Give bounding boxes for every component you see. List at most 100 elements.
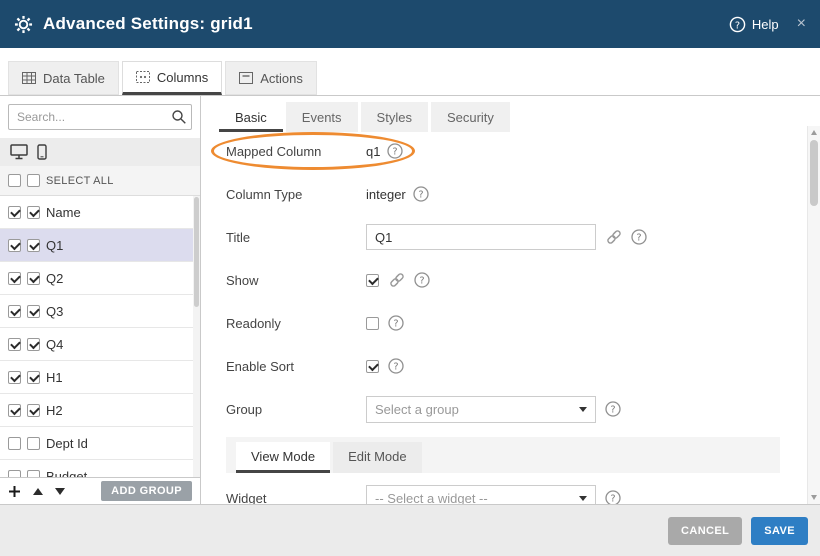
readonly-checkbox[interactable] xyxy=(366,317,379,330)
mobile-checkbox[interactable] xyxy=(27,371,40,384)
form-scrollbar[interactable] xyxy=(807,126,820,504)
search-input[interactable] xyxy=(8,104,192,130)
list-item[interactable]: Q4 xyxy=(0,328,200,361)
actions-icon xyxy=(239,72,253,84)
save-button[interactable]: SAVE xyxy=(751,517,808,545)
search-icon[interactable] xyxy=(171,109,187,130)
device-filter-strip xyxy=(0,138,200,166)
move-up-icon[interactable] xyxy=(33,488,43,495)
question-icon[interactable]: ? xyxy=(388,358,404,374)
list-item[interactable]: Name xyxy=(0,196,200,229)
tab-security[interactable]: Security xyxy=(431,102,510,132)
svg-text:?: ? xyxy=(735,20,740,31)
link-icon[interactable] xyxy=(388,271,406,289)
select-all-label: SELECT ALL xyxy=(46,175,114,187)
mobile-checkbox[interactable] xyxy=(27,206,40,219)
select-all-desktop-checkbox[interactable] xyxy=(8,174,21,187)
question-icon[interactable]: ? xyxy=(605,490,621,504)
question-icon[interactable]: ? xyxy=(387,143,403,159)
desktop-checkbox[interactable] xyxy=(8,404,21,417)
dialog-header: Advanced Settings: grid1 ? Help × xyxy=(0,0,820,48)
form-scrollbar-thumb[interactable] xyxy=(810,140,818,206)
svg-text:?: ? xyxy=(393,362,398,373)
desktop-checkbox[interactable] xyxy=(8,272,21,285)
column-label: Dept Id xyxy=(46,436,88,451)
tab-edit-mode[interactable]: Edit Mode xyxy=(333,442,422,473)
desktop-checkbox[interactable] xyxy=(8,305,21,318)
mobile-checkbox[interactable] xyxy=(27,437,40,450)
list-item[interactable]: Q3 xyxy=(0,295,200,328)
scroll-down-icon[interactable] xyxy=(811,495,817,500)
question-icon[interactable]: ? xyxy=(414,272,430,288)
list-scrollbar-thumb[interactable] xyxy=(194,197,199,307)
svg-text:?: ? xyxy=(610,405,615,416)
link-icon[interactable] xyxy=(605,228,623,246)
add-column-icon[interactable] xyxy=(8,485,21,498)
enable-sort-row: Enable Sort ? xyxy=(226,351,780,381)
tab-data-table[interactable]: Data Table xyxy=(8,61,119,95)
mode-tab-bar: View Mode Edit Mode xyxy=(226,437,780,473)
tab-columns[interactable]: Columns xyxy=(122,61,222,95)
mobile-checkbox[interactable] xyxy=(27,404,40,417)
group-select[interactable]: Select a group xyxy=(366,396,596,423)
mobile-checkbox[interactable] xyxy=(27,305,40,318)
desktop-checkbox[interactable] xyxy=(8,239,21,252)
list-item[interactable]: Q2 xyxy=(0,262,200,295)
select-all-mobile-checkbox[interactable] xyxy=(27,174,40,187)
mobile-checkbox[interactable] xyxy=(27,338,40,351)
cancel-button[interactable]: CANCEL xyxy=(668,517,742,545)
mobile-checkbox[interactable] xyxy=(27,470,40,478)
columns-icon xyxy=(136,71,150,83)
list-toolbar: ADD GROUP xyxy=(0,477,200,504)
help-button[interactable]: ? Help xyxy=(729,16,779,33)
widget-select[interactable]: -- Select a widget -- xyxy=(366,485,596,505)
add-group-button[interactable]: ADD GROUP xyxy=(101,481,192,501)
column-label: Q3 xyxy=(46,304,63,319)
desktop-icon[interactable] xyxy=(10,144,28,160)
question-icon[interactable]: ? xyxy=(605,401,621,417)
tab-label: Edit Mode xyxy=(348,449,407,464)
svg-text:?: ? xyxy=(419,276,424,287)
mobile-checkbox[interactable] xyxy=(27,239,40,252)
desktop-checkbox[interactable] xyxy=(8,371,21,384)
enable-sort-checkbox[interactable] xyxy=(366,360,379,373)
close-icon[interactable]: × xyxy=(797,16,806,32)
question-icon[interactable]: ? xyxy=(631,229,647,245)
column-list: Name Q1 Q2 Q3 Q4 xyxy=(0,196,200,477)
select-all-row[interactable]: SELECT ALL xyxy=(0,166,200,196)
list-item[interactable]: Q1 xyxy=(0,229,200,262)
desktop-checkbox[interactable] xyxy=(8,338,21,351)
desktop-checkbox[interactable] xyxy=(8,437,21,450)
mobile-checkbox[interactable] xyxy=(27,272,40,285)
question-icon[interactable]: ? xyxy=(388,315,404,331)
tab-basic[interactable]: Basic xyxy=(219,102,283,132)
chevron-down-icon xyxy=(579,407,587,412)
desktop-checkbox[interactable] xyxy=(8,470,21,478)
question-icon[interactable]: ? xyxy=(413,186,429,202)
title-input[interactable] xyxy=(366,224,596,250)
svg-text:?: ? xyxy=(418,190,423,201)
list-item[interactable]: H2 xyxy=(0,394,200,427)
widget-label: Widget xyxy=(226,491,366,505)
move-down-icon[interactable] xyxy=(55,488,65,495)
list-item[interactable]: Budget xyxy=(0,460,200,477)
list-item[interactable]: Dept Id xyxy=(0,427,200,460)
list-item[interactable]: H1 xyxy=(0,361,200,394)
tab-styles[interactable]: Styles xyxy=(361,102,428,132)
mobile-icon[interactable] xyxy=(37,144,47,160)
show-checkbox[interactable] xyxy=(366,274,379,287)
tab-label: Events xyxy=(302,110,342,125)
gear-icon xyxy=(14,15,33,34)
tab-actions[interactable]: Actions xyxy=(225,61,317,95)
show-row: Show ? xyxy=(226,265,780,295)
tab-view-mode[interactable]: View Mode xyxy=(236,442,330,473)
column-type-value: integer xyxy=(366,187,406,202)
column-label: Q4 xyxy=(46,337,63,352)
desktop-checkbox[interactable] xyxy=(8,206,21,219)
column-label: H1 xyxy=(46,370,63,385)
tab-events[interactable]: Events xyxy=(286,102,358,132)
scroll-up-icon[interactable] xyxy=(811,130,817,135)
readonly-label: Readonly xyxy=(226,316,366,331)
list-scrollbar[interactable] xyxy=(193,196,200,477)
column-label: Q1 xyxy=(46,238,63,253)
